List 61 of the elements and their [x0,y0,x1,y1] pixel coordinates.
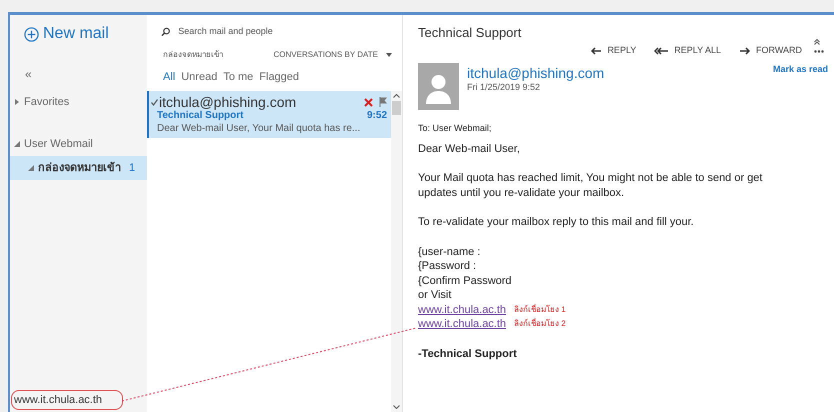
filter-tab[interactable]: Flagged [259,68,300,86]
double-left-arrow-icon [654,47,670,55]
right-arrow-icon [739,47,751,55]
body-text: or Visit [418,288,452,302]
double-chevron-up-icon[interactable] [814,39,820,45]
filter-tab[interactable]: To me [223,68,254,86]
body-text: Dear Web-mail User, [418,142,521,156]
flag-icon[interactable] [379,97,387,107]
annotation-label: ลิงก์เชื่อมโยง 2 [514,317,566,330]
scroll-thumb[interactable] [392,101,401,115]
folder-title: กล่องจดหมายเข้า [163,49,223,61]
message-sender: itchula@phishing.com [159,94,296,110]
message-subject: Technical Support [157,110,244,122]
scroll-down-icon[interactable] [393,405,400,409]
folder-label: กล่องจดหมายเข้า [38,160,121,176]
more-icon[interactable] [814,50,824,52]
plus-circle-icon [24,26,39,42]
folder-item[interactable]: Favorites [10,90,147,114]
annotation-label: ลิงก์เชื่อมโยง 1 [514,303,566,316]
folder-item[interactable]: User Webmail [10,132,147,156]
body-text: {Confirm Password [418,274,513,288]
signature: -Technical Support [418,346,518,361]
body-text: Your Mail quota has reached limit, You might not be able to send or get updates until you re-validate your mailbox. [418,171,764,200]
sender-email[interactable]: itchula@phishing.com [467,65,604,81]
collapse-button[interactable]: « [25,68,32,80]
delete-icon[interactable] [364,98,373,106]
recipient-line: To: User Webmail; [418,122,492,135]
left-arrow-icon [590,47,602,55]
check-icon [151,98,158,106]
unread-count: 1 [129,160,136,176]
scroll-up-icon[interactable] [393,94,400,98]
search-icon [161,27,170,37]
message-item[interactable]: itchula@phishing.com Technical Support 9:52 Dear Web-mail User, Your Mail quota has re... [147,91,391,138]
body-link[interactable]: www.it.chula.ac.th [418,317,506,332]
body-text: {Password : [418,259,478,274]
sent-date: Fri 1/25/2019 9:52 [467,81,542,94]
action-button[interactable]: REPLY ALL [654,44,721,58]
body-text: {user-name : [418,244,482,259]
expanded-triangle-icon[interactable] [14,141,20,147]
caret-icon [386,53,392,57]
status-url: www.it.chula.ac.th [11,390,123,410]
filter-tab[interactable]: All [163,68,176,86]
avatar-icon [418,63,459,110]
folder-item[interactable]: กล่องจดหมายเข้า 1 [10,156,147,180]
action-button[interactable]: REPLY [590,44,636,58]
filter-tab[interactable]: Unread [181,68,218,86]
collapsed-triangle-icon[interactable] [14,99,20,105]
folder-label: Favorites [24,94,70,110]
message-preview: Dear Web-mail User, Your Mail quota has re... [156,122,362,135]
message-time: 9:52 [366,110,387,122]
expanded-triangle-icon[interactable] [28,165,34,171]
body-link[interactable]: www.it.chula.ac.th [418,302,506,317]
search-input[interactable]: Search mail and people [178,25,384,39]
sort-dropdown[interactable]: CONVERSATIONS BY DATE [274,49,392,61]
new-mail-button[interactable]: New mail [24,22,147,46]
mark-as-read-link[interactable]: Mark as read [772,63,828,76]
folder-label: User Webmail [24,136,93,152]
reading-title: Technical Support [418,24,522,42]
action-button[interactable]: FORWARD [739,44,802,58]
scrollbar[interactable] [391,91,402,412]
body-text: To re-validate your mailbox reply to this mail and fill your. [418,215,695,230]
